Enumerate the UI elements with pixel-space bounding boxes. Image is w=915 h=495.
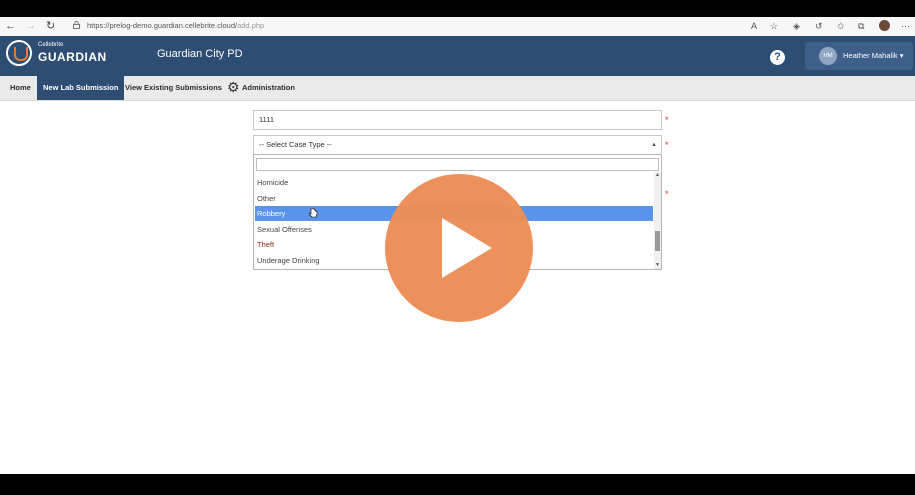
gear-icon[interactable]: ⚙ <box>227 80 240 94</box>
required-marker: * <box>665 115 669 125</box>
read-aloud-icon[interactable]: A <box>751 20 757 32</box>
case-type-placeholder: -- Select Case Type -- <box>259 140 332 149</box>
menu-view-existing-submissions[interactable]: View Existing Submissions <box>125 76 222 100</box>
lock-icon <box>73 21 80 29</box>
screen: ← → ↻ https://prelog-demo.guardian.celle… <box>0 17 915 474</box>
scroll-up-icon[interactable]: ▲ <box>655 172 660 178</box>
case-type-select[interactable]: -- Select Case Type -- ▲ <box>253 135 662 155</box>
refresh-extension-icon[interactable]: ↺ <box>815 20 823 32</box>
case-number-input[interactable]: 1111 <box>253 110 662 130</box>
video-play-button[interactable] <box>385 174 533 322</box>
app-header: Cellebrite GUARDIAN Guardian City PD ? H… <box>0 36 915 76</box>
logo-product: GUARDIAN <box>38 50 107 64</box>
dropdown-scrollbar[interactable]: ▲ ▼ <box>654 172 661 269</box>
extension-icon[interactable]: ◈ <box>793 20 800 32</box>
case-type-search-input[interactable] <box>256 158 659 171</box>
user-name: Heather Mahalik ▾ <box>843 51 904 60</box>
url-path: add.php <box>237 21 265 30</box>
browser-toolbar: ← → ↻ https://prelog-demo.guardian.celle… <box>0 17 915 37</box>
caret-up-icon: ▲ <box>651 142 657 148</box>
user-menu-button[interactable]: HM Heather Mahalik ▾ <box>805 42 913 70</box>
forward-icon[interactable]: → <box>25 19 36 33</box>
url-base: https://prelog-demo.guardian.cellebrite.… <box>87 21 238 30</box>
logo-brand: Cellebrite <box>38 42 64 48</box>
main-menu: Home New Lab Submission View Existing Su… <box>0 76 915 101</box>
avatar: HM <box>819 47 837 65</box>
required-marker: * <box>665 189 669 199</box>
favorite-add-icon[interactable]: ☆ <box>770 20 778 32</box>
scrollbar-thumb[interactable] <box>655 231 660 251</box>
more-icon[interactable]: ⋯ <box>901 20 910 32</box>
help-icon[interactable]: ? <box>770 50 785 65</box>
address-bar[interactable]: https://prelog-demo.guardian.cellebrite.… <box>87 20 264 32</box>
scroll-down-icon[interactable]: ▼ <box>655 262 660 268</box>
guardian-logo-icon[interactable] <box>6 40 32 66</box>
browser-profile-avatar[interactable] <box>879 20 890 31</box>
back-icon[interactable]: ← <box>5 19 16 33</box>
org-name: Guardian City PD <box>157 48 243 60</box>
hand-cursor-icon <box>308 208 318 218</box>
menu-home[interactable]: Home <box>10 76 31 100</box>
favorites-icon[interactable]: ✩ <box>837 20 845 32</box>
menu-new-lab-submission[interactable]: New Lab Submission <box>37 76 125 100</box>
collections-icon[interactable]: ⧉ <box>858 20 864 32</box>
required-marker: * <box>665 140 669 150</box>
refresh-icon[interactable]: ↻ <box>46 19 55 33</box>
menu-administration[interactable]: Administration <box>242 76 295 100</box>
